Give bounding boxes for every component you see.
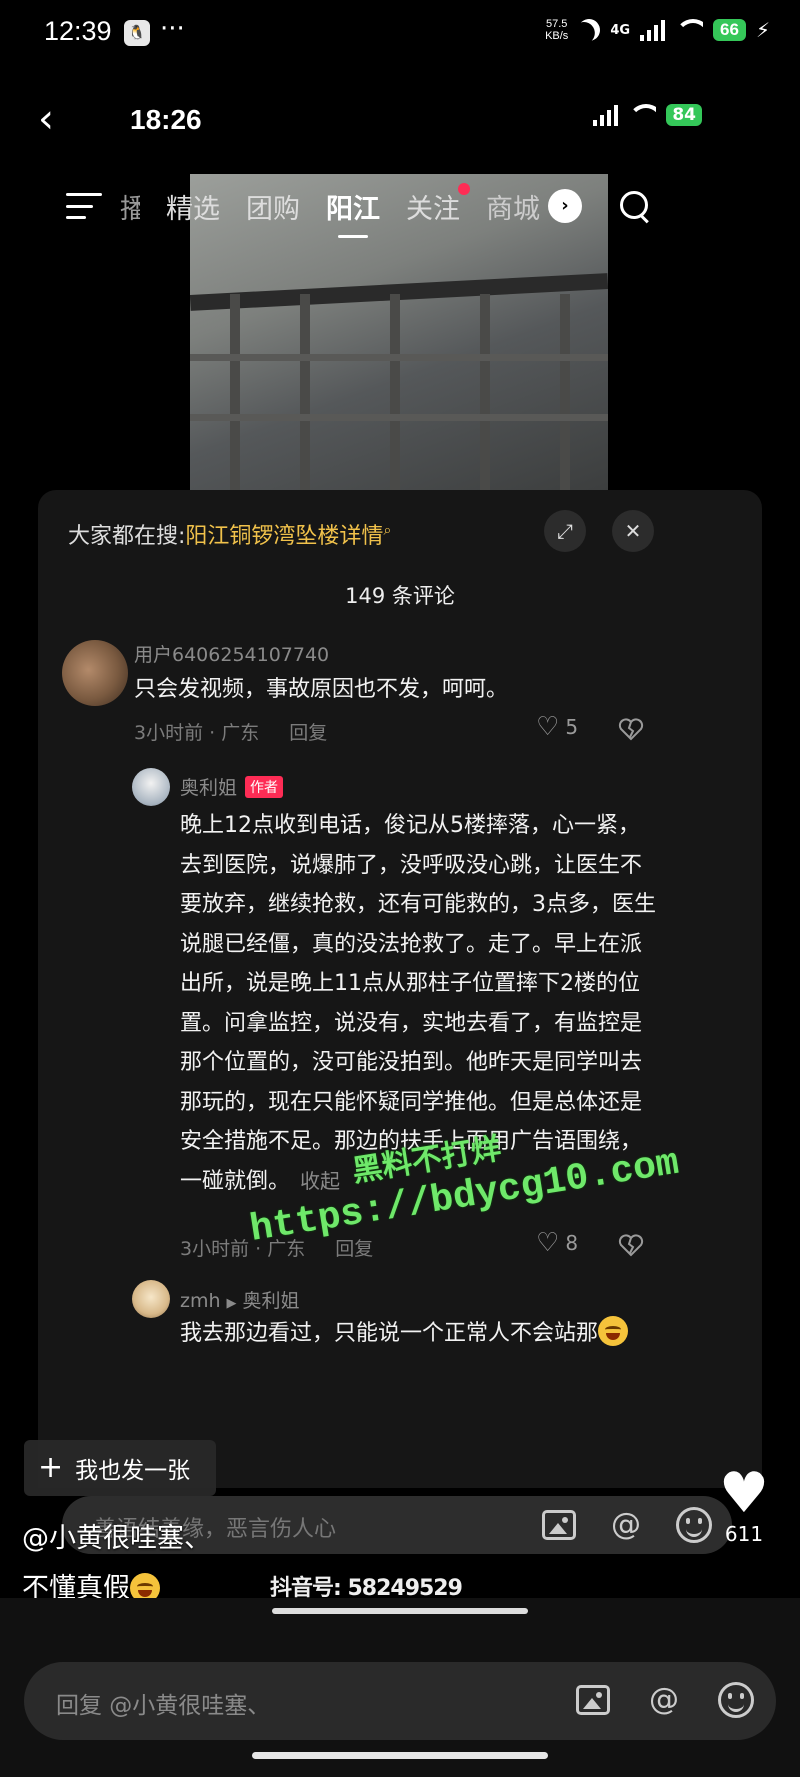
comment-text: 我去那边看过，只能说一个正常人不会站那	[180, 1314, 660, 1354]
heart-icon: ♥	[718, 1461, 770, 1526]
top-nav: 播 精选 团购 阳江 关注 商城 ›	[66, 176, 756, 238]
heart-icon: ♡	[536, 1228, 560, 1258]
at-icon[interactable]: @	[644, 1680, 684, 1720]
net-speed: 57.5 KB/s	[545, 18, 569, 42]
broken-heart-icon[interactable]	[618, 716, 644, 742]
comment-sheet: 大家都在搜:阳江铜锣湾坠楼详情⌕ ⤢ ✕ 149 条评论 用户640625410…	[38, 490, 762, 1488]
wifi-icon	[675, 19, 704, 41]
home-indicator[interactable]	[252, 1752, 548, 1759]
avatar[interactable]	[132, 768, 170, 806]
video-like-button[interactable]: ♥ 611	[716, 1461, 772, 1547]
network-type: 4G	[610, 22, 631, 38]
tab-live[interactable]: 播	[120, 187, 140, 226]
emoji-icon[interactable]	[718, 1682, 754, 1718]
tab-mall[interactable]: 商城	[486, 187, 542, 226]
status-time: 12:39	[44, 16, 112, 46]
menu-icon[interactable]	[66, 193, 102, 219]
at-icon[interactable]: @	[606, 1505, 646, 1545]
inner-status-icons: 84	[593, 104, 702, 126]
avatar[interactable]	[132, 1280, 170, 1318]
video-progress[interactable]	[272, 1608, 528, 1614]
inner-wifi-icon	[628, 104, 657, 126]
tab-group-buy[interactable]: 团购	[246, 187, 300, 226]
comment-input-icons: @	[542, 1505, 712, 1545]
comment-username[interactable]: zmh ▶ 奥利姐	[180, 1286, 300, 1313]
avatar[interactable]	[62, 640, 128, 706]
plus-icon: +	[38, 1450, 64, 1485]
signal-icon	[640, 19, 666, 41]
reply-arrow-icon: ▶	[226, 1296, 237, 1311]
comment-count: 149 条评论	[345, 584, 455, 608]
comment-username[interactable]: 奥利姐 作者	[180, 773, 284, 800]
charging-icon: ⚡	[755, 18, 770, 42]
hot-search-keyword: 阳江铜锣湾坠楼详情	[185, 524, 384, 549]
comment-text: 只会发视频，事故原因也不发，呵呵。	[134, 677, 509, 702]
tab-yangjiang[interactable]: 阳江	[326, 187, 380, 238]
more-notifications-icon: ···	[160, 14, 185, 44]
broken-heart-icon[interactable]	[618, 1232, 644, 1258]
caption-author[interactable]: @小黄很哇塞、	[22, 1514, 211, 1564]
image-icon[interactable]	[542, 1510, 576, 1540]
like-button[interactable]: ♡ 8	[536, 1230, 578, 1256]
back-arrow-icon[interactable]: ‹	[38, 96, 54, 142]
reply-button[interactable]: 回复	[335, 1238, 373, 1260]
tab-following[interactable]: 关注	[406, 182, 470, 226]
emoji-icon[interactable]	[676, 1507, 712, 1543]
search-icon[interactable]	[620, 191, 650, 221]
hot-search[interactable]: 大家都在搜:阳江铜锣湾坠楼详情⌕	[68, 518, 391, 550]
image-icon[interactable]	[576, 1685, 610, 1715]
search-small-icon: ⌕	[383, 522, 392, 539]
tab-featured[interactable]: 精选	[166, 187, 220, 226]
close-icon[interactable]: ✕	[612, 510, 654, 552]
battery-indicator: 66	[713, 19, 746, 41]
chevron-right-icon[interactable]: ›	[548, 189, 582, 223]
reply-input[interactable]: 回复 @小黄很哇塞、 @	[24, 1662, 776, 1740]
laughing-emoji-icon	[598, 1316, 629, 1346]
post-photo-button[interactable]: + 我也发一张	[24, 1440, 216, 1496]
reply-button[interactable]: 回复	[289, 722, 327, 744]
inner-signal-icon	[593, 104, 619, 126]
inner-battery-indicator: 84	[666, 104, 702, 126]
expand-icon[interactable]: ⤢	[544, 510, 586, 552]
inner-status-time: 18:26	[130, 104, 202, 135]
recorded-screen: ‹ 18:26 84 播 精选 团购 阳江 关注 商城 › 大家都在搜:阳江铜锣…	[38, 68, 762, 1488]
comment-username[interactable]: 用户6406254107740	[134, 640, 329, 667]
qq-notification-icon: 🐧	[124, 20, 150, 46]
like-button[interactable]: ♡ 5	[536, 714, 578, 740]
author-badge: 作者	[245, 776, 284, 798]
notification-dot	[458, 182, 470, 195]
do-not-disturb-icon	[574, 15, 604, 45]
heart-icon: ♡	[536, 712, 560, 742]
reply-input-icons: @	[576, 1680, 754, 1720]
system-status-bar: 12:39 🐧 ··· 57.5 KB/s 4G 66 ⚡	[0, 0, 800, 68]
comment-meta: 3小时前 · 广东 回复	[134, 722, 328, 744]
